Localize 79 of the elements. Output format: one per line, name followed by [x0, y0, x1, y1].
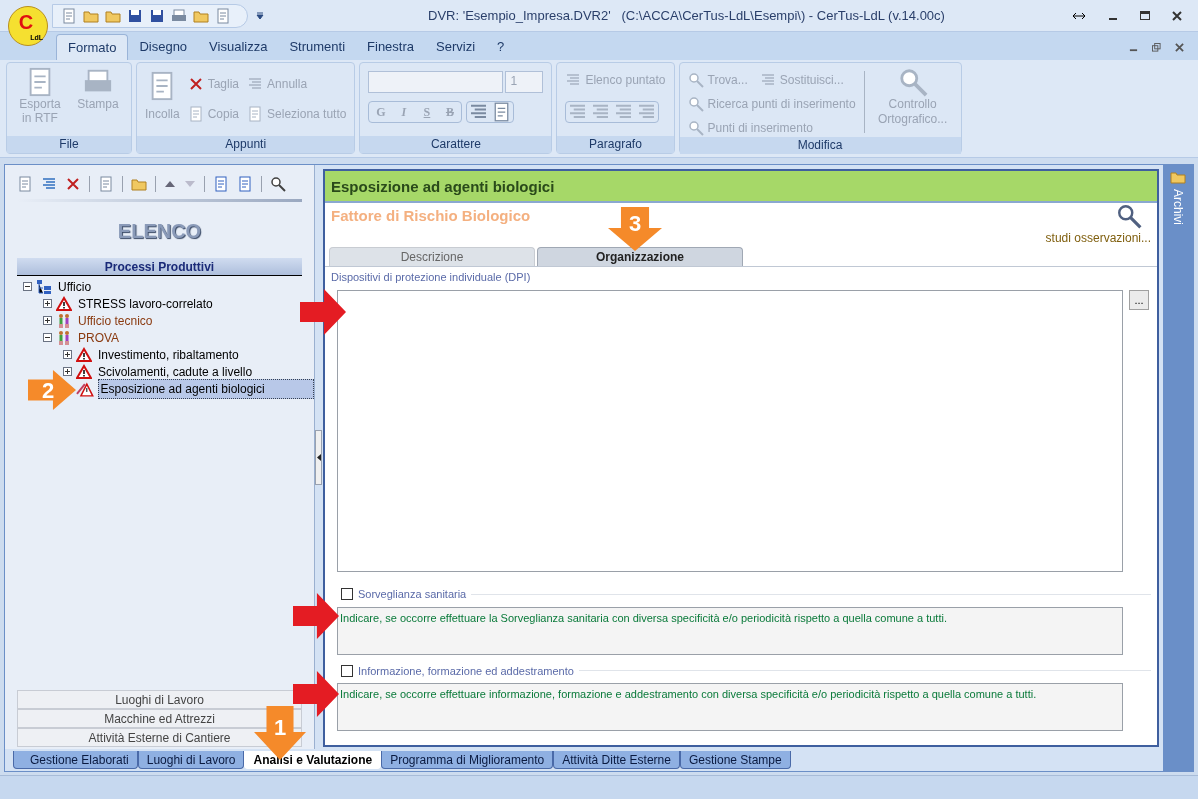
tab[interactable]: Descrizione — [329, 247, 535, 266]
checkbox-label: Sorveglianza sanitaria — [358, 587, 467, 602]
collapse-handle[interactable] — [315, 429, 322, 485]
save-icon — [127, 7, 143, 24]
expander-icon[interactable] — [63, 350, 72, 359]
bottom-tab[interactable]: Attività Ditte Esterne — [553, 751, 680, 769]
group-label: Modifica — [679, 137, 961, 154]
customize-caret-icon[interactable] — [256, 11, 264, 20]
tree-item[interactable]: Ufficio tecnico — [76, 311, 155, 330]
studies-link[interactable]: studi osservazioni... — [1045, 203, 1151, 247]
checkbox[interactable] — [341, 588, 353, 601]
warning-icon — [76, 363, 92, 380]
expander-icon[interactable] — [23, 282, 32, 291]
text-area[interactable]: Indicare, se occorre effettuare la Sorveglianza sanitaria con diversa specificità e/o periodicità rispetto a quella comune a tutti. — [337, 606, 1123, 655]
menu-tab[interactable]: Visualizza — [198, 34, 279, 60]
checkbox-label: Informazione, formazione ed addestramento — [358, 663, 574, 679]
section-header: Processi Produttivi — [17, 258, 302, 276]
menu-tab[interactable]: Disegno — [128, 34, 199, 60]
expander-icon[interactable] — [43, 316, 52, 325]
move-up-icon[interactable] — [164, 180, 176, 188]
new-document-icon — [61, 7, 77, 24]
search-icon — [687, 72, 704, 88]
delete-icon — [65, 176, 81, 192]
workers-icon — [56, 312, 72, 329]
list-button[interactable]: Luoghi di Lavoro — [17, 690, 302, 709]
expander-icon[interactable] — [43, 299, 52, 308]
bottom-tab[interactable]: Gestione Stampe — [679, 751, 791, 769]
bullet-list-icon — [565, 72, 582, 88]
panel-title: Esposizione ad agenti biologici — [325, 171, 1157, 203]
warning-icon — [76, 346, 92, 363]
menu-tab[interactable]: Servizi — [425, 34, 487, 60]
close-icon[interactable] — [1175, 43, 1184, 52]
pointer-arrow — [293, 593, 339, 639]
maximize-icon[interactable] — [1140, 10, 1150, 21]
search-icon — [687, 96, 704, 112]
panel-heading: ELENCO — [116, 219, 203, 244]
close-icon[interactable] — [1172, 10, 1182, 21]
tree-item[interactable]: Investimento, ribaltamento — [96, 345, 241, 364]
expander-icon[interactable] — [43, 333, 52, 342]
tree-item[interactable]: PROVA — [76, 328, 122, 347]
checkbox[interactable] — [341, 664, 353, 677]
search-icon — [687, 120, 704, 136]
menu-tab[interactable]: ? — [486, 34, 516, 60]
bottom-tab[interactable]: Gestione Elaborati — [13, 751, 138, 769]
panel-subtitle: Fattore di Rischio Biologico — [331, 206, 531, 226]
group-label: Appunti — [137, 136, 355, 153]
archive-icon — [131, 176, 147, 192]
tree-item[interactable]: Ufficio — [56, 277, 94, 296]
bottom-tab[interactable]: Luoghi di Lavoro — [137, 751, 245, 769]
tree-item[interactable]: Scivolamenti, cadute a livello — [96, 362, 255, 381]
restore-icon[interactable] — [1152, 43, 1161, 52]
menu-tab[interactable]: Finestra — [356, 34, 425, 60]
tree-item[interactable]: STRESS lavoro-correlato — [76, 294, 215, 313]
group-label: Paragrafo — [557, 136, 674, 153]
warning-icon — [56, 295, 72, 312]
print-preview-icon — [171, 7, 187, 24]
workers-icon — [56, 329, 72, 346]
tab[interactable]: Organizzazione — [537, 247, 743, 266]
archive-icon — [1170, 169, 1186, 185]
pointer-arrow — [293, 671, 339, 717]
step-tooltip: 3 — [608, 207, 662, 251]
section-label: Dispositivi di protezione individuale (DPI) — [331, 270, 532, 285]
window-title: DVR: 'Esempio_Impresa.DVR2' (C:\ACCA\CerTus-LdL\Esempi\) - CerTus-LdL (v.14.00c) — [428, 6, 945, 25]
browse-button[interactable]: ... — [1129, 289, 1149, 310]
warning-pencil-icon — [75, 380, 94, 397]
hierarchy-icon — [36, 278, 52, 295]
step-tooltip: 2 — [28, 370, 76, 410]
save-all-icon — [149, 7, 165, 24]
menu-tab[interactable]: Strumenti — [278, 34, 357, 60]
text-area[interactable]: Indicare, se occorre effettuare informazione, formazione e addestramento con diversa specificità e/o periodicità rispetto a quella comune a tutti. — [337, 683, 1123, 731]
expander-icon[interactable] — [63, 367, 72, 376]
tree-item[interactable]: Esposizione ad agenti biologici — [97, 378, 314, 399]
resize-horizontal-icon — [1072, 11, 1086, 20]
bottom-tab[interactable]: Programma di Miglioramento — [381, 751, 554, 769]
group-label: File — [7, 136, 131, 153]
scissors-icon — [187, 76, 204, 92]
pointer-arrow — [300, 289, 346, 335]
menu-tab[interactable]: Formato — [56, 34, 129, 60]
group-label: Carattere — [360, 136, 552, 153]
